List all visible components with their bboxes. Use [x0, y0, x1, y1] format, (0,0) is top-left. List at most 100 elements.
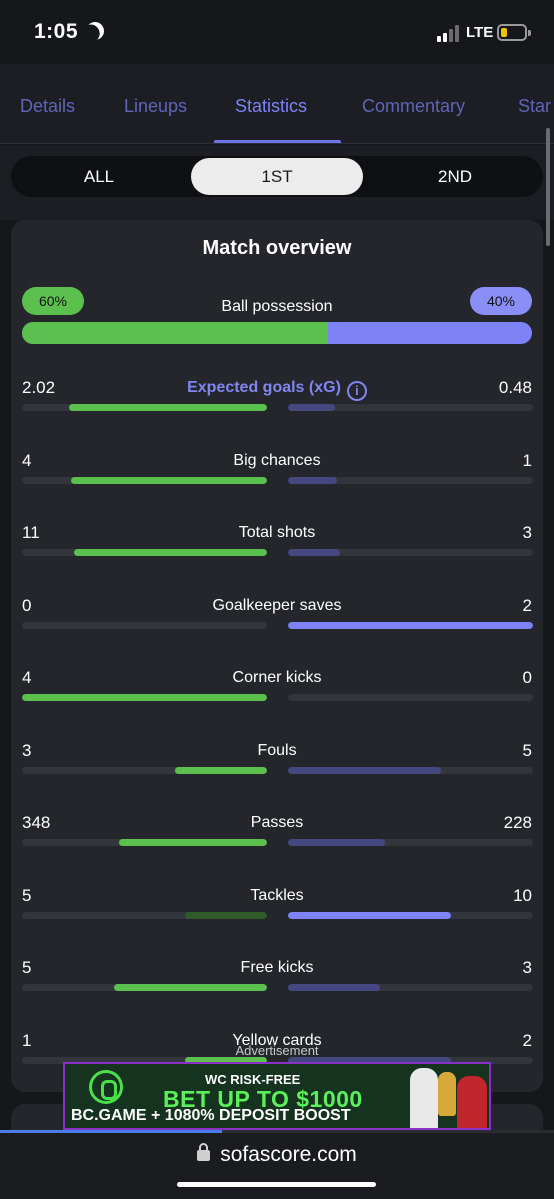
stat-name-text: Corner kicks — [232, 669, 322, 686]
match-tabs: Details Lineups Statistics Commentary St… — [0, 64, 554, 144]
away-stat-value: 0 — [522, 668, 532, 687]
away-stat-value: 1 — [522, 450, 532, 470]
stat-name: Goalkeeper saves — [11, 597, 543, 615]
home-stat-bar — [22, 766, 267, 774]
ad-line-3: BC.GAME + 1080% DEPOSIT BOOST — [71, 1107, 351, 1124]
active-tab-indicator — [214, 140, 341, 143]
period-selector: ALL 1ST 2ND — [11, 156, 543, 197]
clock: 1:05 — [34, 20, 79, 43]
away-possession-badge: 40% — [470, 287, 532, 315]
home-stat-bar — [22, 404, 267, 411]
url-text: sofascore.com — [220, 1143, 357, 1166]
home-stat-bar — [22, 476, 267, 484]
stat-name-text: Passes — [250, 814, 304, 831]
stat-name-text: Tackles — [250, 886, 304, 904]
stat-row: 5 Free kicks 3 — [11, 958, 543, 1018]
home-stat-fill — [185, 911, 267, 919]
away-stat-value: 228 — [503, 813, 532, 832]
browser-address-bar[interactable]: sofascore.com — [0, 1133, 554, 1199]
advertisement-label: Advertisement — [235, 1043, 319, 1058]
scrollbar[interactable] — [546, 128, 550, 246]
possession-bar — [22, 322, 532, 344]
home-stat-bar — [22, 549, 267, 556]
home-stat-bar — [22, 984, 267, 991]
stat-name-text: Fouls — [257, 741, 297, 759]
home-indicator[interactable] — [177, 1182, 376, 1187]
stat-name: Free kicks — [11, 959, 543, 977]
period-all-button[interactable]: ALL — [13, 158, 185, 195]
ad-player-image-2 — [457, 1076, 487, 1128]
stat-row: 11 Total shots 3 — [11, 523, 543, 583]
away-stat-bar — [288, 839, 533, 846]
stat-row: 3 Fouls 5 — [11, 741, 543, 801]
stat-name-text: Big chances — [233, 451, 321, 469]
tab-commentary[interactable]: Commentary — [362, 96, 465, 117]
stat-row: 4 Big chances 1 — [11, 451, 543, 511]
away-stat-value: 2 — [522, 595, 532, 615]
away-stat-fill — [288, 549, 341, 556]
period-2nd-button[interactable]: 2ND — [369, 158, 541, 195]
cellular-signal-icon — [437, 24, 463, 42]
do-not-disturb-moon-icon — [83, 19, 108, 44]
info-icon[interactable]: i — [346, 381, 367, 401]
stat-name-text: Free kicks — [240, 959, 314, 976]
away-stat-fill — [288, 476, 337, 484]
home-stat-fill — [22, 694, 267, 701]
period-1st-button[interactable]: 1ST — [191, 158, 363, 195]
away-stat-fill — [288, 839, 386, 846]
stat-row: 2.02 Expected goals (xG) i 0.48 — [11, 378, 543, 438]
tab-lineups[interactable]: Lineups — [124, 96, 187, 117]
away-stat-bar — [288, 404, 533, 411]
trophy-icon — [438, 1072, 456, 1116]
bc-game-logo-icon — [89, 1070, 123, 1104]
away-stat-value: 3 — [522, 958, 532, 977]
home-stat-fill — [113, 984, 267, 991]
away-stat-bar — [288, 621, 533, 629]
away-stat-bar — [288, 476, 533, 484]
stat-name: Passes — [11, 814, 543, 832]
away-stat-fill — [288, 984, 380, 991]
away-stat-bar — [288, 984, 533, 991]
status-bar: 1:05 LTE — [0, 0, 554, 64]
away-stat-bar — [288, 694, 533, 701]
ad-line-1: WC RISK-FREE — [205, 1072, 301, 1087]
away-stat-fill — [288, 404, 335, 411]
advertisement-banner[interactable]: WC RISK-FREE BET UP TO $1000 BC.GAME + 1… — [63, 1062, 491, 1130]
stat-name-text: Goalkeeper saves — [212, 596, 342, 614]
stat-name: Big chances — [11, 452, 543, 470]
home-stat-bar — [22, 621, 267, 629]
tab-standings[interactable]: Star — [518, 96, 551, 117]
tab-details[interactable]: Details — [20, 96, 75, 117]
stat-row: 4 Corner kicks 0 — [11, 668, 543, 728]
network-type: LTE — [466, 24, 494, 41]
away-stat-value: 5 — [522, 740, 532, 760]
away-stat-fill — [288, 911, 452, 919]
away-stat-value: 0.48 — [498, 378, 532, 397]
home-stat-fill — [71, 476, 267, 484]
battery-icon — [497, 24, 531, 41]
away-stat-bar — [288, 911, 533, 919]
address-field[interactable]: sofascore.com — [0, 1143, 554, 1167]
stat-name: Tackles — [11, 887, 543, 905]
away-stat-fill — [288, 766, 442, 774]
away-stat-value: 3 — [522, 523, 532, 542]
home-stat-fill — [175, 766, 267, 774]
ad-player-image — [410, 1068, 438, 1128]
stat-name-text: Total shots — [238, 524, 316, 541]
away-stat-value: 10 — [513, 885, 532, 905]
stat-name: Total shots — [11, 524, 543, 542]
home-stat-fill — [74, 549, 267, 556]
period-selector-area: ALL 1ST 2ND — [0, 145, 554, 220]
home-stat-fill — [119, 839, 267, 846]
home-possession-fill — [22, 322, 328, 344]
stat-row: 0 Goalkeeper saves 2 — [11, 596, 543, 656]
stat-name: Corner kicks — [11, 669, 543, 687]
card-title: Match overview — [202, 237, 352, 259]
home-stat-fill — [68, 404, 267, 411]
home-stat-bar — [22, 694, 267, 701]
away-stat-fill — [288, 621, 533, 629]
away-stat-bar — [288, 766, 533, 774]
stat-name[interactable]: Expected goals (xG) i — [11, 379, 543, 401]
tab-statistics[interactable]: Statistics — [235, 96, 307, 117]
home-stat-bar — [22, 911, 267, 919]
